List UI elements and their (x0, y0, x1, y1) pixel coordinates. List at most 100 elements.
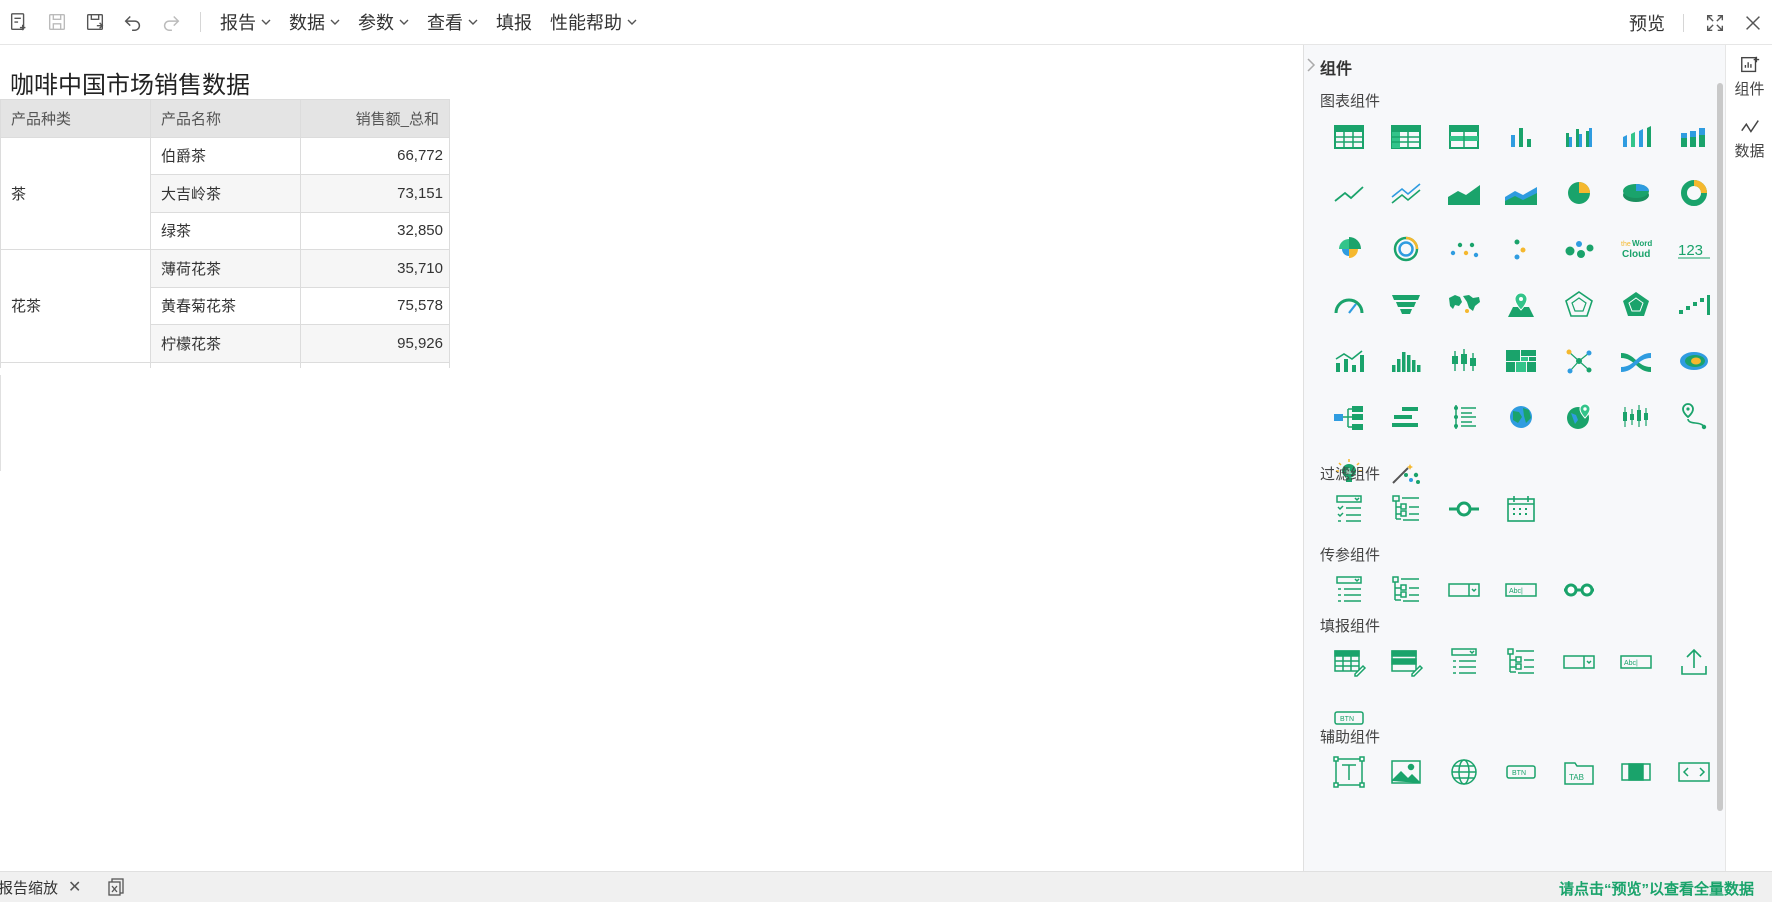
fill-table-icon[interactable] (1320, 634, 1378, 690)
dropdown-param-icon[interactable] (1435, 562, 1493, 618)
fill-crosstab-icon[interactable] (1378, 634, 1436, 690)
fill-list-icon[interactable] (1435, 634, 1493, 690)
close-zoom-icon[interactable]: ✕ (68, 877, 81, 897)
menu-view[interactable]: 查看 (418, 0, 487, 45)
stacked-area-chart-icon[interactable] (1493, 165, 1551, 221)
list-param-icon[interactable] (1320, 562, 1378, 618)
image-icon[interactable] (1378, 744, 1436, 800)
crosstab-chart-icon[interactable] (1378, 109, 1436, 165)
globe-chart-icon[interactable] (1493, 389, 1551, 445)
funnel-chart-icon[interactable] (1378, 277, 1436, 333)
report-zoom-tab[interactable]: 报告缩放 (0, 877, 58, 898)
heatmap-icon[interactable] (1665, 333, 1723, 389)
tree-diagram-icon[interactable] (1320, 389, 1378, 445)
sales-total-cell[interactable]: 75,578 (300, 286, 450, 325)
close-icon[interactable] (1734, 0, 1772, 45)
scatter-chart-icon[interactable] (1435, 221, 1493, 277)
column-header[interactable]: 销售额_总和 (300, 99, 450, 138)
web-page-icon[interactable] (1435, 744, 1493, 800)
product-name-cell[interactable]: 伯爵茶 (150, 136, 301, 175)
treemap-icon[interactable] (1493, 333, 1551, 389)
menu-fill[interactable]: 填报 (487, 0, 541, 45)
product-name-cell[interactable]: 黄春菊花茶 (150, 286, 301, 325)
tree-param-icon[interactable] (1378, 562, 1436, 618)
fill-tree-icon[interactable] (1493, 634, 1551, 690)
3d-bar-chart-icon[interactable] (1608, 109, 1666, 165)
embed-code-icon[interactable] (1665, 744, 1723, 800)
multi-ring-chart-icon[interactable] (1378, 221, 1436, 277)
sales-total-cell[interactable]: 95,926 (300, 324, 450, 363)
gauge-chart-icon[interactable] (1320, 277, 1378, 333)
rail-tab-data[interactable]: 数据 (1726, 107, 1772, 169)
waterfall-chart-icon[interactable] (1665, 277, 1723, 333)
rail-tab-components[interactable]: 组件 (1726, 45, 1772, 107)
list-filter-icon[interactable] (1320, 481, 1378, 537)
table-chart-icon[interactable] (1320, 109, 1378, 165)
menu-report[interactable]: 报告 (211, 0, 280, 45)
undo-icon[interactable] (114, 0, 152, 45)
table-row[interactable]: 茶 伯爵茶 66,772 (0, 136, 450, 250)
grouped-bar-chart-icon[interactable] (1550, 109, 1608, 165)
bar-chart-icon[interactable] (1493, 109, 1551, 165)
category-cell[interactable]: 花茶 (0, 249, 151, 363)
bubble-chart-icon[interactable] (1550, 221, 1608, 277)
report-canvas[interactable]: 咖啡中国市场销售数据 产品种类 产品名称 销售额_总和 茶 伯爵茶 66,772… (0, 45, 1303, 871)
network-graph-icon[interactable] (1550, 333, 1608, 389)
radar-chart-icon[interactable] (1550, 277, 1608, 333)
gantt-chart-icon[interactable] (1378, 389, 1436, 445)
route-map-icon[interactable] (1665, 389, 1723, 445)
carousel-icon[interactable] (1608, 744, 1666, 800)
histogram-icon[interactable] (1378, 333, 1436, 389)
report-table[interactable]: 产品种类 产品名称 销售额_总和 茶 伯爵茶 66,772 大吉岭茶 73,15… (0, 99, 450, 368)
pie-chart-icon[interactable] (1550, 165, 1608, 221)
donut-chart-icon[interactable] (1665, 165, 1723, 221)
area-chart-icon[interactable] (1435, 165, 1493, 221)
slider-filter-icon[interactable] (1435, 481, 1493, 537)
tree-filter-icon[interactable] (1378, 481, 1436, 537)
export-file-icon[interactable] (107, 877, 127, 897)
menu-data[interactable]: 数据 (280, 0, 349, 45)
range-param-icon[interactable] (1550, 562, 1608, 618)
multi-line-chart-icon[interactable] (1378, 165, 1436, 221)
sales-total-cell[interactable]: 35,710 (300, 249, 450, 288)
box-plot-icon[interactable] (1435, 333, 1493, 389)
new-report-icon[interactable] (0, 0, 38, 45)
fill-dropdown-icon[interactable] (1550, 634, 1608, 690)
save-icon[interactable] (38, 0, 76, 45)
kpi-number-icon[interactable]: 123 (1665, 221, 1723, 277)
panel-scrollbar[interactable] (1717, 83, 1723, 811)
fullscreen-icon[interactable] (1696, 0, 1734, 45)
menu-params[interactable]: 参数 (349, 0, 418, 45)
text-param-icon[interactable]: Abc| (1493, 562, 1551, 618)
collapse-arrow-icon[interactable] (1306, 55, 1316, 75)
sales-total-cell[interactable]: 73,151 (300, 174, 450, 213)
3d-pie-chart-icon[interactable] (1608, 165, 1666, 221)
product-name-cell[interactable]: 薄荷花茶 (150, 249, 301, 288)
product-name-cell[interactable]: 柠檬花茶 (150, 324, 301, 363)
sankey-chart-icon[interactable] (1608, 333, 1666, 389)
3d-stacked-bar-icon[interactable] (1665, 109, 1723, 165)
category-cell[interactable]: 茶 (0, 136, 151, 250)
world-map-icon[interactable] (1435, 277, 1493, 333)
dot-chart-icon[interactable] (1493, 221, 1551, 277)
map-marker-icon[interactable] (1493, 277, 1551, 333)
preview-button[interactable]: 预览 (1611, 10, 1683, 36)
column-header[interactable]: 产品名称 (150, 99, 301, 138)
combo-chart-icon[interactable] (1320, 333, 1378, 389)
redo-icon[interactable] (152, 0, 190, 45)
filled-radar-chart-icon[interactable] (1608, 277, 1666, 333)
tab-container-icon[interactable]: TAB (1550, 744, 1608, 800)
save-as-icon[interactable] (76, 0, 114, 45)
text-box-icon[interactable] (1320, 744, 1378, 800)
date-filter-icon[interactable] (1493, 481, 1551, 537)
rose-chart-icon[interactable] (1320, 221, 1378, 277)
line-chart-icon[interactable] (1320, 165, 1378, 221)
fill-text-input-icon[interactable]: Abc| (1608, 634, 1666, 690)
detail-table-icon[interactable] (1435, 109, 1493, 165)
column-header[interactable]: 产品种类 (0, 99, 151, 138)
sales-total-cell[interactable]: 66,772 (300, 136, 450, 175)
button-icon[interactable]: BTN (1493, 744, 1551, 800)
candlestick-chart-icon[interactable] (1608, 389, 1666, 445)
table-row[interactable]: 花茶 薄荷花茶 35,710 (0, 249, 450, 363)
menu-performance-help[interactable]: 性能帮助 (541, 0, 646, 45)
